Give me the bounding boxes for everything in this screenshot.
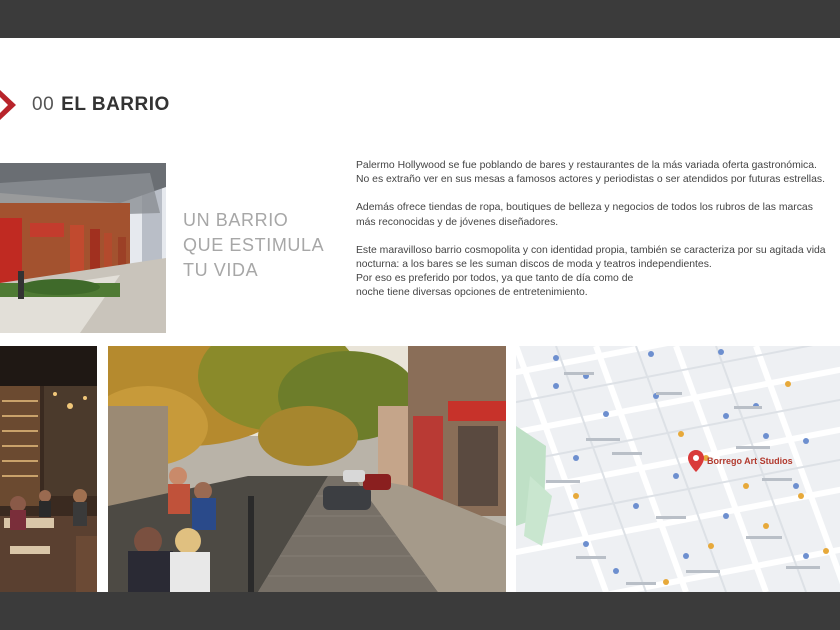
section-title: EL BARRIO [61,94,170,115]
section-number: 00 [32,94,55,115]
section-heading: 00 EL BARRIO [0,90,170,120]
paragraph-1-line-1: Palermo Hollywood se fue poblando de bar… [356,160,817,171]
paragraph-1: Palermo Hollywood se fue poblando de bar… [356,159,840,187]
tagline-line-1: UN BARRIO [183,210,289,230]
paragraph-2-line-1: Además ofrece tiendas de ropa, boutiques… [356,202,813,214]
description-text: Palermo Hollywood se fue poblando de bar… [356,159,840,315]
paragraph-3-line-1: Este maravilloso barrio cosmopolita y co… [356,244,826,256]
map-location-label: Borrego Art Studios [707,456,793,466]
tagline-line-3: TU VIDA [183,260,259,280]
brochure-page: 00 EL BARRIO UN BARRIO QUE ESTIMULA TU V… [0,38,840,592]
photo-cobblestone-street [108,346,506,592]
tagline-line-2: QUE ESTIMULA [183,235,325,255]
tagline: UN BARRIO QUE ESTIMULA TU VIDA [183,208,324,283]
paragraph-3-line-3: Por eso es preferido por todos, ya que t… [356,273,634,285]
top-frame-bar [0,0,840,38]
paragraph-3-line-4: noche tiene diversas opciones de entrete… [356,287,588,299]
bottom-frame-bar [0,592,840,630]
paragraph-3: Este maravilloso barrio cosmopolita y co… [356,244,840,301]
neighborhood-map[interactable]: Borrego Art Studios [516,346,840,592]
arrow-marker-icon [0,90,16,120]
paragraph-3-line-2: nocturna: a los bares se les suman disco… [356,259,712,271]
photo-restaurant-interior [0,346,97,592]
paragraph-2: Además ofrece tiendas de ropa, boutiques… [356,201,840,229]
photo-covered-street [0,163,166,333]
paragraph-1-line-2: No es extraño ver en sus mesas a famosos… [356,174,825,186]
paragraph-2-line-2: más reconocidas y de jóvenes diseñadores… [356,216,559,228]
